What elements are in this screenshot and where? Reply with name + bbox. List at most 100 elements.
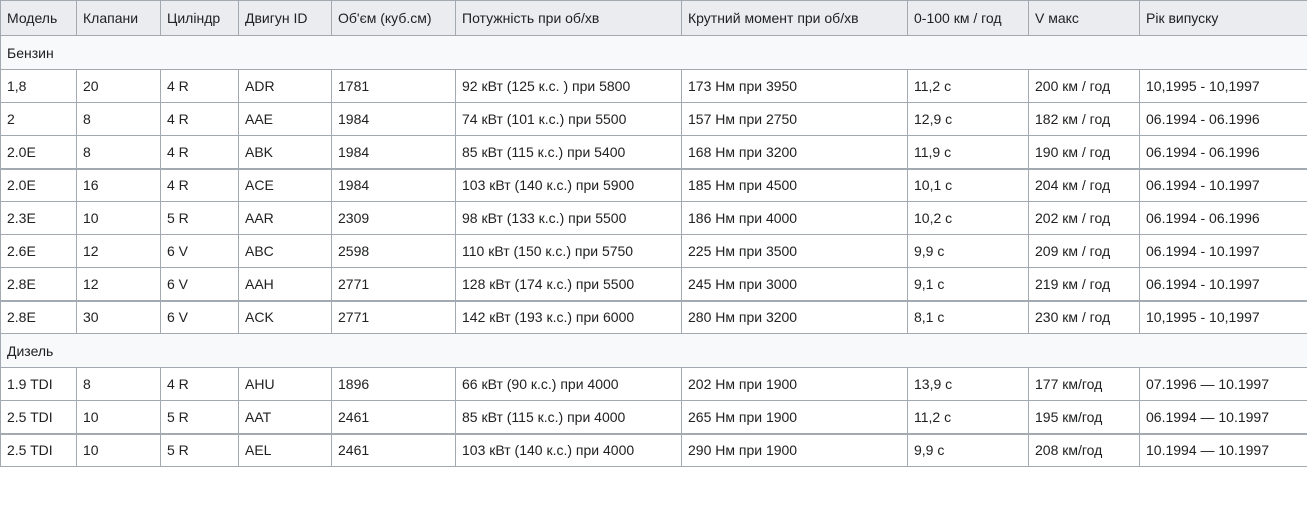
table-row: 1,8 20 4 R ADR 1781 92 кВт (125 к.с. ) при 58… bbox=[0, 69, 1307, 103]
cell-torque: 168 Нм при 3200 bbox=[681, 135, 908, 169]
cell-cylinder: 4 R bbox=[160, 69, 239, 103]
header-cylinder: Циліндр bbox=[160, 0, 239, 36]
header-top-speed: V макс bbox=[1028, 0, 1140, 36]
cell-valves: 12 bbox=[76, 234, 161, 268]
cell-cylinder: 4 R bbox=[160, 135, 239, 169]
cell-model: 2.6E bbox=[0, 234, 77, 268]
cell-torque: 157 Нм при 2750 bbox=[681, 102, 908, 136]
cell-power: 92 кВт (125 к.с. ) при 5800 bbox=[455, 69, 682, 103]
cell-production-years: 06.1994 - 06.1996 bbox=[1139, 201, 1307, 235]
table-row: 2.6E 12 6 V ABC 2598 110 кВт (150 к.с.) при 5… bbox=[0, 234, 1307, 268]
table-row: 2.0E 16 4 R ACE 1984 103 кВт (140 к.с.) при 5… bbox=[0, 167, 1307, 202]
cell-model: 2.8E bbox=[0, 299, 77, 334]
cell-valves: 10 bbox=[76, 432, 161, 467]
cell-top-speed: 219 км / год bbox=[1028, 267, 1140, 301]
cell-engine-id: AAE bbox=[238, 102, 332, 136]
cell-cylinder: 6 V bbox=[160, 234, 239, 268]
section-row: Бензин bbox=[0, 35, 1307, 70]
cell-model: 2.0E bbox=[0, 135, 77, 169]
cell-valves: 10 bbox=[76, 400, 161, 434]
cell-engine-id: ADR bbox=[238, 69, 332, 103]
cell-displacement: 1896 bbox=[331, 367, 456, 401]
cell-power: 128 кВт (174 к.с.) при 5500 bbox=[455, 267, 682, 301]
cell-production-years: 06.1994 — 10.1997 bbox=[1139, 400, 1307, 434]
cell-top-speed: 182 км / год bbox=[1028, 102, 1140, 136]
cell-engine-id: AAT bbox=[238, 400, 332, 434]
cell-top-speed: 177 км/год bbox=[1028, 367, 1140, 401]
cell-cylinder: 6 V bbox=[160, 267, 239, 301]
cell-model: 2.5 TDI bbox=[0, 432, 77, 467]
cell-top-speed: 202 км / год bbox=[1028, 201, 1140, 235]
cell-production-years: 10,1995 - 10,1997 bbox=[1139, 69, 1307, 103]
cell-model: 2 bbox=[0, 102, 77, 136]
cell-acceleration: 10,1 с bbox=[907, 167, 1029, 202]
cell-cylinder: 5 R bbox=[160, 432, 239, 467]
cell-model: 2.8E bbox=[0, 267, 77, 301]
cell-engine-id: ACK bbox=[238, 299, 332, 334]
cell-top-speed: 195 км/год bbox=[1028, 400, 1140, 434]
cell-valves: 8 bbox=[76, 135, 161, 169]
cell-production-years: 10.1994 — 10.1997 bbox=[1139, 432, 1307, 467]
table-row: 2.3E 10 5 R AAR 2309 98 кВт (133 к.с.) при 55… bbox=[0, 201, 1307, 235]
cell-power: 142 кВт (193 к.с.) при 6000 bbox=[455, 299, 682, 334]
cell-cylinder: 4 R bbox=[160, 367, 239, 401]
cell-engine-id: AEL bbox=[238, 432, 332, 467]
header-acceleration: 0-100 км / год bbox=[907, 0, 1029, 36]
table-header-row: Модель Клапани Циліндр Двигун ID Об'єм (… bbox=[0, 0, 1307, 36]
cell-power: 98 кВт (133 к.с.) при 5500 bbox=[455, 201, 682, 235]
cell-acceleration: 11,9 с bbox=[907, 135, 1029, 169]
cell-top-speed: 204 км / год bbox=[1028, 167, 1140, 202]
cell-production-years: 10,1995 - 10,1997 bbox=[1139, 299, 1307, 334]
cell-acceleration: 10,2 с bbox=[907, 201, 1029, 235]
cell-torque: 290 Нм при 1900 bbox=[681, 432, 908, 467]
cell-displacement: 2771 bbox=[331, 299, 456, 334]
cell-engine-id: AAH bbox=[238, 267, 332, 301]
cell-cylinder: 5 R bbox=[160, 201, 239, 235]
cell-top-speed: 230 км / год bbox=[1028, 299, 1140, 334]
cell-valves: 8 bbox=[76, 367, 161, 401]
cell-acceleration: 9,1 с bbox=[907, 267, 1029, 301]
cell-acceleration: 9,9 с bbox=[907, 432, 1029, 467]
cell-top-speed: 190 км / год bbox=[1028, 135, 1140, 169]
cell-torque: 225 Нм при 3500 bbox=[681, 234, 908, 268]
cell-displacement: 1984 bbox=[331, 135, 456, 169]
cell-cylinder: 5 R bbox=[160, 400, 239, 434]
cell-production-years: 06.1994 - 10.1997 bbox=[1139, 267, 1307, 301]
cell-torque: 186 Нм при 4000 bbox=[681, 201, 908, 235]
cell-displacement: 1781 bbox=[331, 69, 456, 103]
cell-displacement: 2309 bbox=[331, 201, 456, 235]
cell-power: 85 кВт (115 к.с.) при 4000 bbox=[455, 400, 682, 434]
cell-engine-id: AAR bbox=[238, 201, 332, 235]
cell-valves: 30 bbox=[76, 299, 161, 334]
cell-displacement: 2598 bbox=[331, 234, 456, 268]
cell-acceleration: 13,9 с bbox=[907, 367, 1029, 401]
cell-torque: 173 Нм при 3950 bbox=[681, 69, 908, 103]
cell-displacement: 2461 bbox=[331, 432, 456, 467]
cell-model: 1.9 TDI bbox=[0, 367, 77, 401]
cell-acceleration: 8,1 с bbox=[907, 299, 1029, 334]
cell-model: 2.5 TDI bbox=[0, 400, 77, 434]
table-row: 2.8E 30 6 V ACK 2771 142 кВт (193 к.с.) при 6… bbox=[0, 299, 1307, 334]
cell-production-years: 06.1994 - 06.1996 bbox=[1139, 102, 1307, 136]
cell-power: 103 кВт (140 к.с.) при 4000 bbox=[455, 432, 682, 467]
cell-displacement: 2461 bbox=[331, 400, 456, 434]
cell-power: 110 кВт (150 к.с.) при 5750 bbox=[455, 234, 682, 268]
cell-power: 74 кВт (101 к.с.) при 5500 bbox=[455, 102, 682, 136]
header-production-years: Рік випуску bbox=[1139, 0, 1307, 36]
cell-valves: 20 bbox=[76, 69, 161, 103]
cell-acceleration: 9,9 с bbox=[907, 234, 1029, 268]
cell-cylinder: 6 V bbox=[160, 299, 239, 334]
table-row: 1.9 TDI 8 4 R AHU 1896 66 кВт (90 к.с.) при 4… bbox=[0, 367, 1307, 401]
cell-valves: 16 bbox=[76, 167, 161, 202]
table-row: 2.0E 8 4 R ABK 1984 85 кВт (115 к.с.) при 540… bbox=[0, 135, 1307, 169]
table-row: 2.8E 12 6 V AAH 2771 128 кВт (174 к.с.) при 5… bbox=[0, 267, 1307, 301]
cell-torque: 280 Нм при 3200 bbox=[681, 299, 908, 334]
header-valves: Клапани bbox=[76, 0, 161, 36]
header-model: Модель bbox=[0, 0, 77, 36]
cell-valves: 12 bbox=[76, 267, 161, 301]
table-row: 2.5 TDI 10 5 R AEL 2461 103 кВт (140 к.с.) пр… bbox=[0, 432, 1307, 467]
header-engine-id: Двигун ID bbox=[238, 0, 332, 36]
cell-acceleration: 12,9 с bbox=[907, 102, 1029, 136]
cell-power: 85 кВт (115 к.с.) при 5400 bbox=[455, 135, 682, 169]
cell-top-speed: 200 км / год bbox=[1028, 69, 1140, 103]
